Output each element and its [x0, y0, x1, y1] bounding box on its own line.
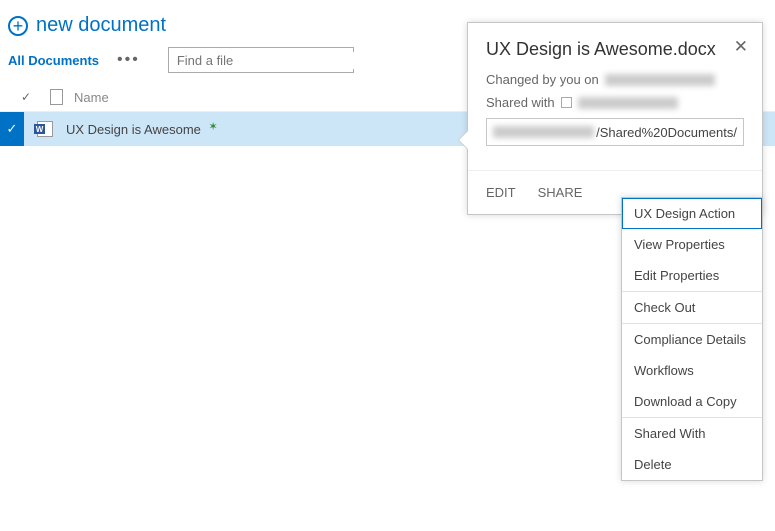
- document-url-box[interactable]: /Shared%20Documents/: [486, 118, 744, 146]
- type-column[interactable]: [38, 89, 74, 105]
- checkbox-empty-icon: [561, 97, 572, 108]
- name-column-header[interactable]: Name: [74, 90, 334, 105]
- menu-item-edit-properties[interactable]: Edit Properties: [622, 260, 762, 291]
- context-menu: UX Design Action View Properties Edit Pr…: [621, 197, 763, 481]
- edit-button[interactable]: EDIT: [486, 185, 516, 200]
- url-host-redacted: [493, 126, 594, 138]
- search-box[interactable]: [168, 47, 354, 73]
- changed-by-label: Changed by you on: [486, 72, 599, 87]
- share-button[interactable]: SHARE: [538, 185, 583, 200]
- shared-with-redacted: [578, 97, 678, 109]
- current-view-link[interactable]: All Documents: [8, 53, 99, 68]
- menu-item-check-out[interactable]: Check Out: [622, 292, 762, 323]
- shared-with-line: Shared with: [486, 95, 744, 110]
- word-document-icon: W: [37, 121, 53, 137]
- row-selected-check[interactable]: ✓: [0, 112, 24, 146]
- callout-title: UX Design is Awesome.docx: [486, 39, 716, 60]
- document-title[interactable]: UX Design is Awesome: [66, 122, 201, 137]
- item-callout: ✕ UX Design is Awesome.docx Changed by y…: [467, 22, 763, 215]
- menu-item-workflows[interactable]: Workflows: [622, 355, 762, 386]
- file-icon: [50, 89, 63, 105]
- search-input[interactable]: [175, 52, 355, 69]
- menu-item-shared-with[interactable]: Shared With: [622, 418, 762, 449]
- menu-item-view-properties[interactable]: View Properties: [622, 229, 762, 260]
- check-icon: ✓: [21, 90, 31, 104]
- close-icon[interactable]: ✕: [734, 37, 748, 57]
- callout-pointer-icon: [459, 131, 468, 149]
- new-document-label: new document: [36, 14, 166, 37]
- menu-item-download-a-copy[interactable]: Download a Copy: [622, 386, 762, 417]
- plus-circle-icon: +: [8, 16, 28, 36]
- view-more-icon[interactable]: •••: [117, 51, 140, 69]
- menu-item-ux-design-action[interactable]: UX Design Action: [622, 198, 762, 229]
- url-path-visible: /Shared%20Documents/: [596, 125, 737, 140]
- menu-item-compliance-details[interactable]: Compliance Details: [622, 324, 762, 355]
- changed-by-line: Changed by you on: [486, 72, 744, 87]
- changed-date-redacted: [605, 74, 715, 86]
- new-item-indicator-icon: ✶: [209, 121, 218, 133]
- select-all-column[interactable]: ✓: [14, 90, 38, 104]
- menu-item-delete[interactable]: Delete: [622, 449, 762, 480]
- shared-with-label: Shared with: [486, 95, 555, 110]
